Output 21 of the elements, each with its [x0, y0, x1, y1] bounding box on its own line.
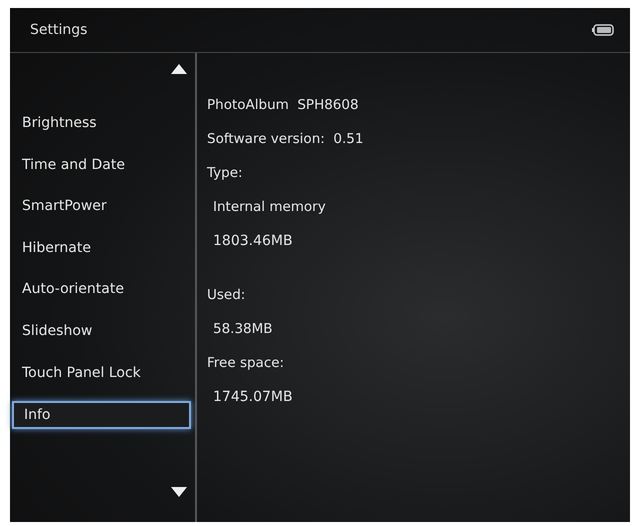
menu-item[interactable]: Hibernate: [10, 228, 195, 270]
info-text: Software version: 0.51: [207, 131, 364, 147]
info-text: 1745.07MB: [213, 389, 293, 405]
menu-item[interactable]: Auto-orientate: [10, 269, 195, 311]
menu-item[interactable]: Touch Panel Lock: [10, 352, 195, 394]
info-text: Used:: [207, 287, 246, 303]
menu-item[interactable]: Info: [12, 401, 191, 430]
info-text: Internal memory: [213, 199, 326, 215]
scroll-up-icon[interactable]: [171, 64, 187, 74]
menu-item[interactable]: Time and Date: [10, 144, 195, 186]
info-text: 1803.46MB: [213, 233, 293, 249]
info-text: PhotoAlbum SPH8608: [207, 97, 359, 113]
battery-icon: [592, 24, 614, 36]
info-text: Free space:: [207, 355, 284, 371]
menu-item[interactable]: SmartPower: [10, 186, 195, 228]
scroll-down-icon[interactable]: [171, 487, 187, 497]
menu-item[interactable]: Brightness: [10, 103, 195, 145]
screen-title: Settings: [30, 22, 88, 38]
info-text: Type:: [207, 165, 243, 181]
info-text: 58.38MB: [213, 321, 273, 337]
menu-item[interactable]: Slideshow: [10, 310, 195, 353]
